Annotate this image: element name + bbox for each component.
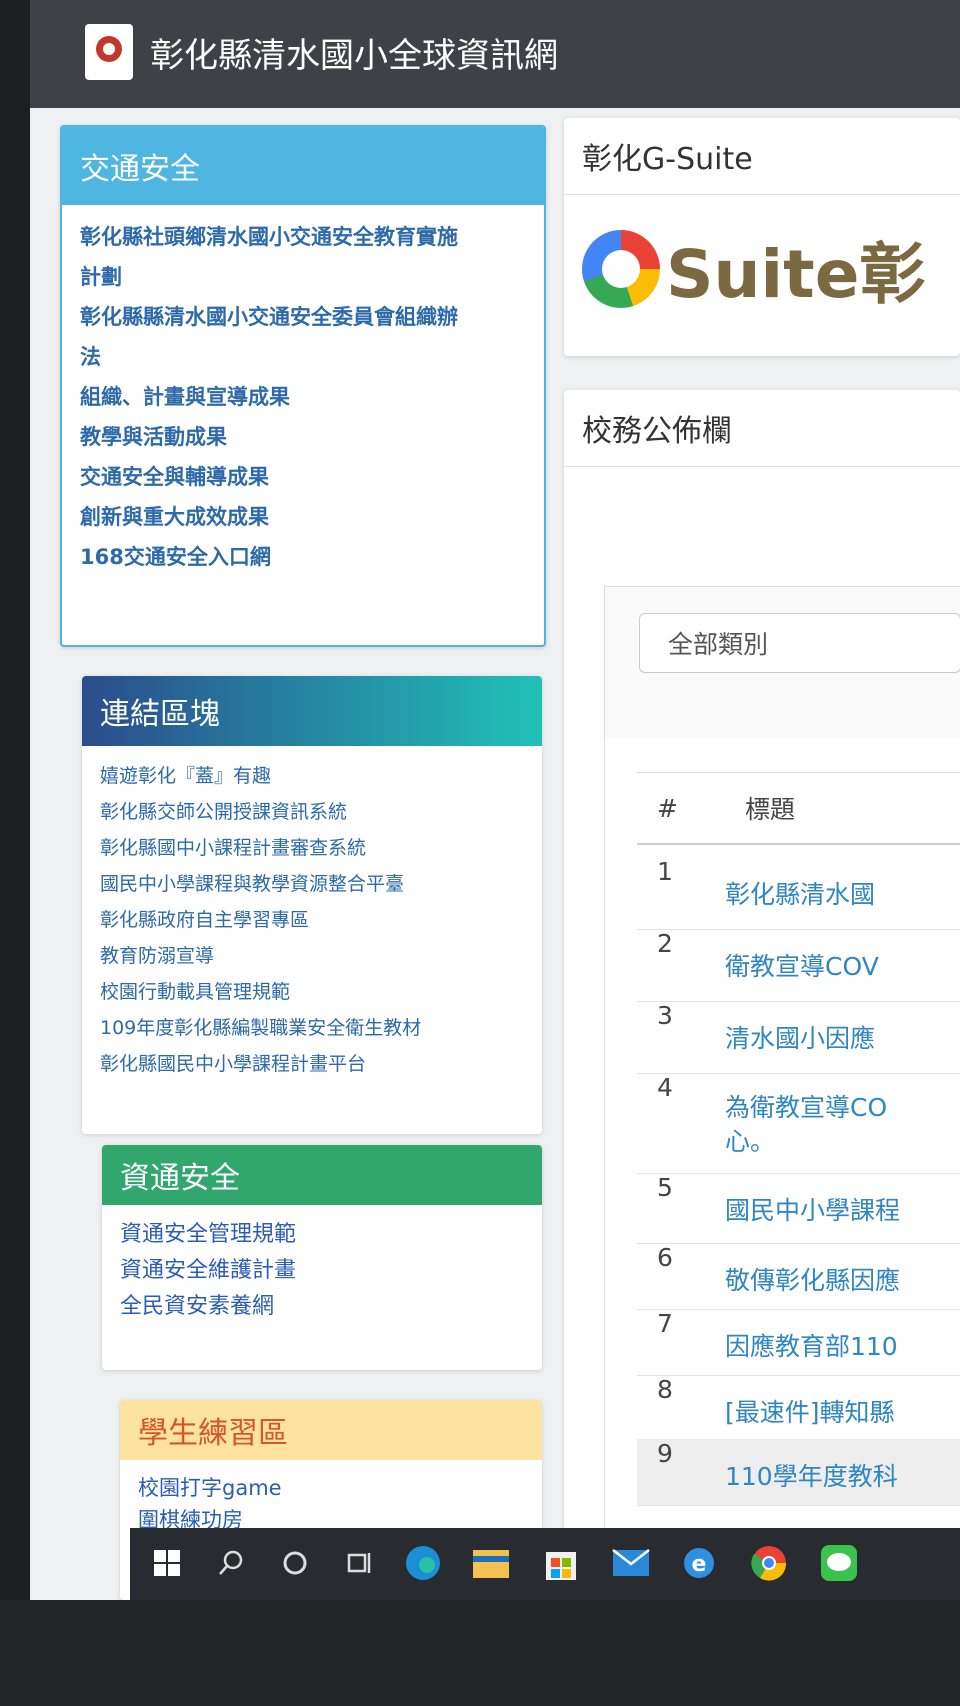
gsuite-banner-text: Suite彰 <box>666 236 926 313</box>
row-title[interactable]: 110學年度教科 <box>725 1439 898 1505</box>
row-title-line: 為衛教宣導CO <box>725 1093 888 1122</box>
task-view-icon[interactable] <box>338 1542 380 1584</box>
row-title-line: 心。 <box>725 1127 776 1156</box>
table-row[interactable]: 8 [最速件]轉知縣 <box>637 1375 960 1440</box>
news-table: # 標題 1 彰化縣清水國 2 衛教宣導COV 3 清水國小因應 4 為衛教宣導… <box>605 737 960 1587</box>
table-row[interactable]: 4 為衛教宣導CO 心。 <box>637 1073 960 1174</box>
line-icon[interactable] <box>818 1542 860 1584</box>
school-emblem-icon <box>96 36 122 62</box>
links-block-link[interactable]: 109年度彰化縣編製職業安全衛生教材 <box>100 1010 524 1046</box>
store-icon[interactable] <box>540 1542 582 1584</box>
traffic-safety-link[interactable]: 彰化縣縣清水國小交通安全委員會組織辦 <box>80 297 526 337</box>
links-block-link[interactable]: 校園行動載具管理規範 <box>100 974 524 1010</box>
traffic-safety-link[interactable]: 創新與重大成效成果 <box>80 497 526 537</box>
row-title[interactable]: 清水國小因應 <box>725 1001 875 1073</box>
table-row[interactable]: 1 彰化縣清水國 <box>637 857 960 930</box>
monitor-bezel <box>0 1600 960 1706</box>
school-logo[interactable] <box>85 24 133 80</box>
traffic-safety-link[interactable]: 教學與活動成果 <box>80 417 526 457</box>
traffic-safety-link[interactable]: 168交通安全入口網 <box>80 537 526 577</box>
row-title[interactable]: 為衛教宣導CO 心。 <box>725 1073 887 1173</box>
links-block-link[interactable]: 彰化縣國中小課程計畫審查系統 <box>100 830 524 866</box>
traffic-safety-link[interactable]: 彰化縣社頭鄉清水國小交通安全教育實施 <box>80 217 526 257</box>
traffic-safety-title: 交通安全 <box>62 127 544 205</box>
news-board-card: 校務公佈欄 全部類別 # 標題 1 彰化縣清水國 2 衛教宣導COV 3 清水國… <box>564 390 960 1600</box>
gsuite-title: 彰化G-Suite <box>564 118 960 195</box>
traffic-safety-link[interactable]: 法 <box>80 337 526 377</box>
news-board-inner: 全部類別 # 標題 1 彰化縣清水國 2 衛教宣導COV 3 清水國小因應 4 … <box>604 586 960 1588</box>
row-num: 5 <box>657 1173 673 1202</box>
search-icon[interactable] <box>210 1542 252 1584</box>
windows-start-icon[interactable] <box>146 1542 188 1584</box>
row-num: 9 <box>657 1439 673 1468</box>
row-num: 7 <box>657 1309 673 1338</box>
row-title[interactable]: 彰化縣清水國 <box>725 857 875 929</box>
row-num: 3 <box>657 1001 673 1030</box>
links-block-link[interactable]: 嬉遊彰化『蓋』有趣 <box>100 758 524 794</box>
info-security-panel: 資通安全 資通安全管理規範 資通安全維護計畫 全民資安素養網 <box>102 1145 542 1370</box>
table-row[interactable]: 3 清水國小因應 <box>637 1001 960 1074</box>
edge-icon[interactable] <box>402 1542 444 1584</box>
row-title[interactable]: [最速件]轉知縣 <box>725 1375 895 1439</box>
browser-screen: 彰化縣清水國小全球資訊網 交通安全 彰化縣社頭鄉清水國小交通安全教育實施 計劃 … <box>30 0 960 1600</box>
gsuite-banner[interactable]: Suite彰 <box>582 214 925 324</box>
category-select[interactable]: 全部類別 <box>639 613 960 673</box>
links-block-title: 連結區塊 <box>82 676 542 746</box>
links-block-link[interactable]: 彰化縣國民中小學課程計畫平台 <box>100 1046 524 1082</box>
gsuite-card: 彰化G-Suite Suite彰 <box>564 118 960 356</box>
info-security-link[interactable]: 資通安全維護計畫 <box>120 1253 524 1289</box>
row-title[interactable]: 因應教育部110 <box>725 1309 898 1375</box>
site-header: 彰化縣清水國小全球資訊網 <box>30 0 960 108</box>
header-num: # <box>657 793 678 823</box>
table-header: # 標題 <box>637 772 960 845</box>
links-block-link[interactable]: 彰化縣交師公開授課資訊系統 <box>100 794 524 830</box>
student-practice-link[interactable]: 校園打字game <box>138 1472 524 1504</box>
cortana-icon[interactable] <box>274 1542 316 1584</box>
links-block-link[interactable]: 彰化縣政府自主學習專區 <box>100 902 524 938</box>
row-num: 6 <box>657 1243 673 1272</box>
mail-icon[interactable] <box>610 1542 652 1584</box>
info-security-link[interactable]: 資通安全管理規範 <box>120 1217 524 1253</box>
row-title[interactable]: 衛教宣導COV <box>725 929 879 1001</box>
google-g-icon <box>582 230 660 308</box>
svg-text:e: e <box>692 1552 707 1577</box>
table-row[interactable]: 9 110學年度教科 <box>637 1439 960 1506</box>
table-row[interactable]: 5 國民中小學課程 <box>637 1173 960 1244</box>
site-title[interactable]: 彰化縣清水國小全球資訊網 <box>150 28 558 77</box>
row-num: 4 <box>657 1073 673 1102</box>
row-title[interactable]: 國民中小學課程 <box>725 1173 900 1243</box>
row-title[interactable]: 敬傳彰化縣因應 <box>725 1243 900 1309</box>
student-practice-title: 學生練習區 <box>120 1400 542 1460</box>
ie-icon[interactable]: e <box>678 1542 720 1584</box>
table-row[interactable]: 2 衛教宣導COV <box>637 929 960 1002</box>
file-explorer-icon[interactable] <box>470 1542 512 1584</box>
traffic-safety-link[interactable]: 組織、計畫與宣導成果 <box>80 377 526 417</box>
header-title: 標題 <box>745 795 796 824</box>
links-block-link[interactable]: 國民中小學課程與教學資源整合平臺 <box>100 866 524 902</box>
info-security-title: 資通安全 <box>102 1145 542 1205</box>
news-board-title: 校務公佈欄 <box>564 390 960 467</box>
windows-taskbar: e <box>130 1528 960 1600</box>
chrome-icon[interactable] <box>748 1542 790 1584</box>
row-num: 2 <box>657 929 673 958</box>
links-block-link[interactable]: 教育防溺宣導 <box>100 938 524 974</box>
traffic-safety-link[interactable]: 計劃 <box>80 257 526 297</box>
traffic-safety-link[interactable]: 交通安全與輔導成果 <box>80 457 526 497</box>
row-num: 1 <box>657 857 673 886</box>
links-block-panel: 連結區塊 嬉遊彰化『蓋』有趣 彰化縣交師公開授課資訊系統 彰化縣國中小課程計畫審… <box>82 676 542 1134</box>
table-row[interactable]: 7 因應教育部110 <box>637 1309 960 1376</box>
row-num: 8 <box>657 1375 673 1404</box>
traffic-safety-panel: 交通安全 彰化縣社頭鄉清水國小交通安全教育實施 計劃 彰化縣縣清水國小交通安全委… <box>60 125 546 647</box>
table-row[interactable]: 6 敬傳彰化縣因應 <box>637 1243 960 1310</box>
info-security-link[interactable]: 全民資安素養網 <box>120 1289 524 1325</box>
